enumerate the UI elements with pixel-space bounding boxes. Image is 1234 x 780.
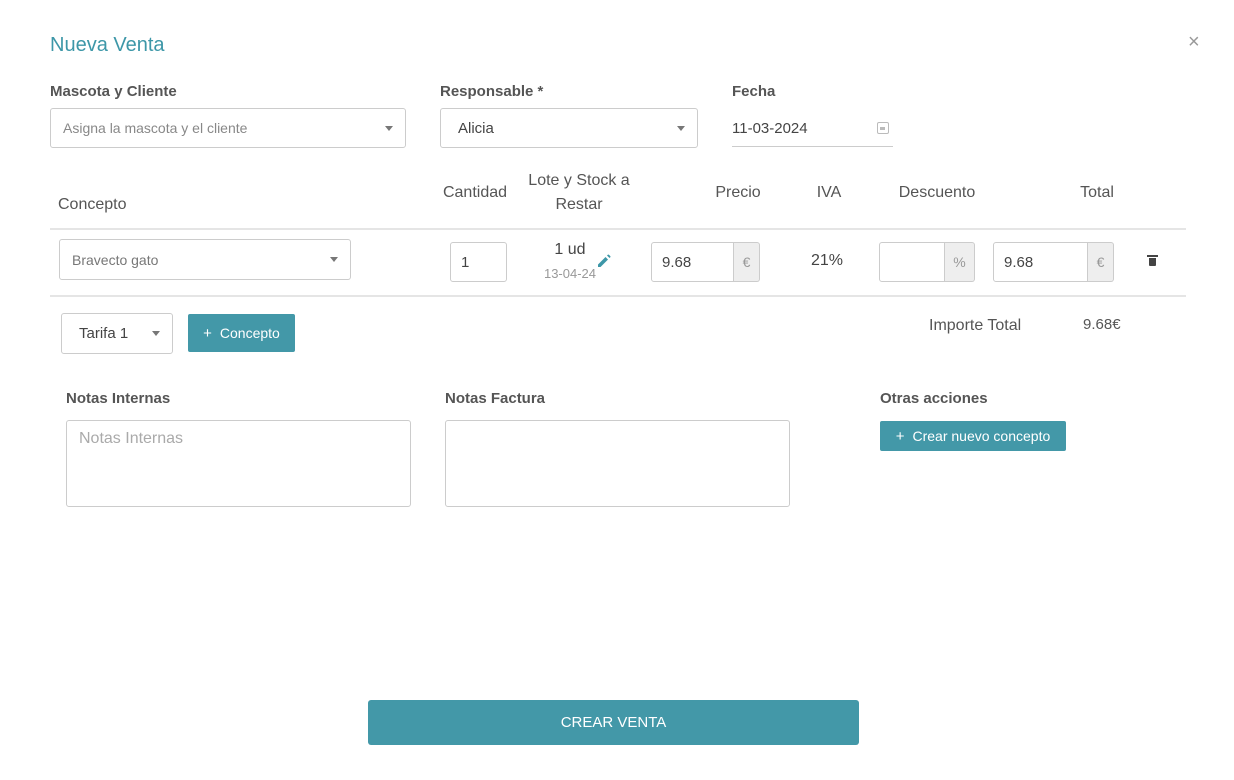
create-concept-button[interactable]: + Crear nuevo concepto	[880, 421, 1066, 451]
pencil-icon[interactable]	[597, 254, 611, 268]
table-row: Bravecto gato 1 1 ud 13-04-24 9.68 € 21%…	[0, 0, 1158, 282]
modal-title: Nueva Venta	[50, 34, 165, 56]
pet-client-placeholder: Asigna la mascota y el cliente	[63, 120, 248, 136]
chevron-down-icon	[152, 331, 160, 336]
total-field[interactable]: 9.68 €	[993, 242, 1114, 282]
total-unit: €	[1088, 242, 1114, 282]
concept-select[interactable]: Bravecto gato	[59, 239, 351, 280]
chevron-down-icon	[385, 125, 393, 131]
tariff-value: Tarifa 1	[79, 325, 129, 342]
pet-client-select[interactable]: Asigna la mascota y el cliente	[50, 108, 406, 148]
concept-value: Bravecto gato	[72, 251, 159, 268]
add-concept-button[interactable]: + Concepto	[188, 314, 295, 352]
header-batch-line1: Lote y Stock a	[528, 172, 630, 189]
total-input[interactable]: 9.68	[993, 242, 1088, 282]
date-value: 11-03-2024	[732, 119, 808, 137]
batch-date: 13-04-24	[543, 266, 597, 281]
stock-value: 1 ud	[554, 241, 586, 258]
header-discount: Descuento	[898, 184, 976, 201]
responsible-label: Responsable *	[440, 83, 544, 100]
header-vat: IVA	[816, 184, 842, 201]
pet-client-label: Mascota y Cliente	[50, 83, 177, 100]
plus-icon: +	[203, 324, 212, 342]
close-icon[interactable]: ×	[1188, 32, 1200, 52]
price-unit: €	[734, 242, 760, 282]
header-batch-line2: Restar	[555, 196, 603, 213]
calendar-icon[interactable]	[877, 122, 889, 134]
table-header-divider	[50, 228, 1186, 230]
header-concept: Concepto	[58, 196, 127, 213]
chevron-down-icon	[330, 257, 338, 262]
discount-field[interactable]: %	[879, 242, 975, 282]
total-amount-label: Importe Total	[929, 317, 1022, 334]
internal-notes-label: Notas Internas	[66, 390, 171, 407]
vat-value: 21%	[810, 252, 844, 269]
responsible-select[interactable]: Alicia	[440, 108, 698, 148]
tariff-select[interactable]: Tarifa 1	[61, 313, 173, 354]
create-sale-button[interactable]: CREAR VENTA	[368, 700, 859, 745]
header-batch: Lote y Stock a Restar	[520, 169, 638, 217]
chevron-down-icon	[677, 125, 685, 131]
header-price: Precio	[715, 184, 761, 201]
trash-icon[interactable]	[1147, 255, 1158, 266]
discount-unit: %	[945, 242, 975, 282]
price-field[interactable]: 9.68 €	[651, 242, 760, 282]
internal-notes-textarea[interactable]: Notas Internas	[66, 420, 411, 507]
header-quantity: Cantidad	[442, 184, 508, 201]
date-field[interactable]: 11-03-2024	[732, 110, 893, 147]
header-total: Total	[1080, 184, 1114, 201]
table-footer-divider	[50, 295, 1186, 297]
price-input[interactable]: 9.68	[651, 242, 734, 282]
discount-input[interactable]	[879, 242, 945, 282]
responsible-value: Alicia	[458, 119, 494, 137]
other-actions-label: Otras acciones	[880, 390, 988, 407]
create-concept-label: Crear nuevo concepto	[912, 428, 1051, 444]
quantity-input[interactable]: 1	[450, 242, 507, 282]
add-concept-label: Concepto	[219, 325, 280, 341]
date-label: Fecha	[732, 83, 776, 100]
plus-icon: +	[895, 427, 905, 445]
invoice-notes-textarea[interactable]	[445, 420, 790, 507]
total-amount-value: 9.68€	[1083, 316, 1121, 333]
invoice-notes-label: Notas Factura	[445, 390, 546, 407]
